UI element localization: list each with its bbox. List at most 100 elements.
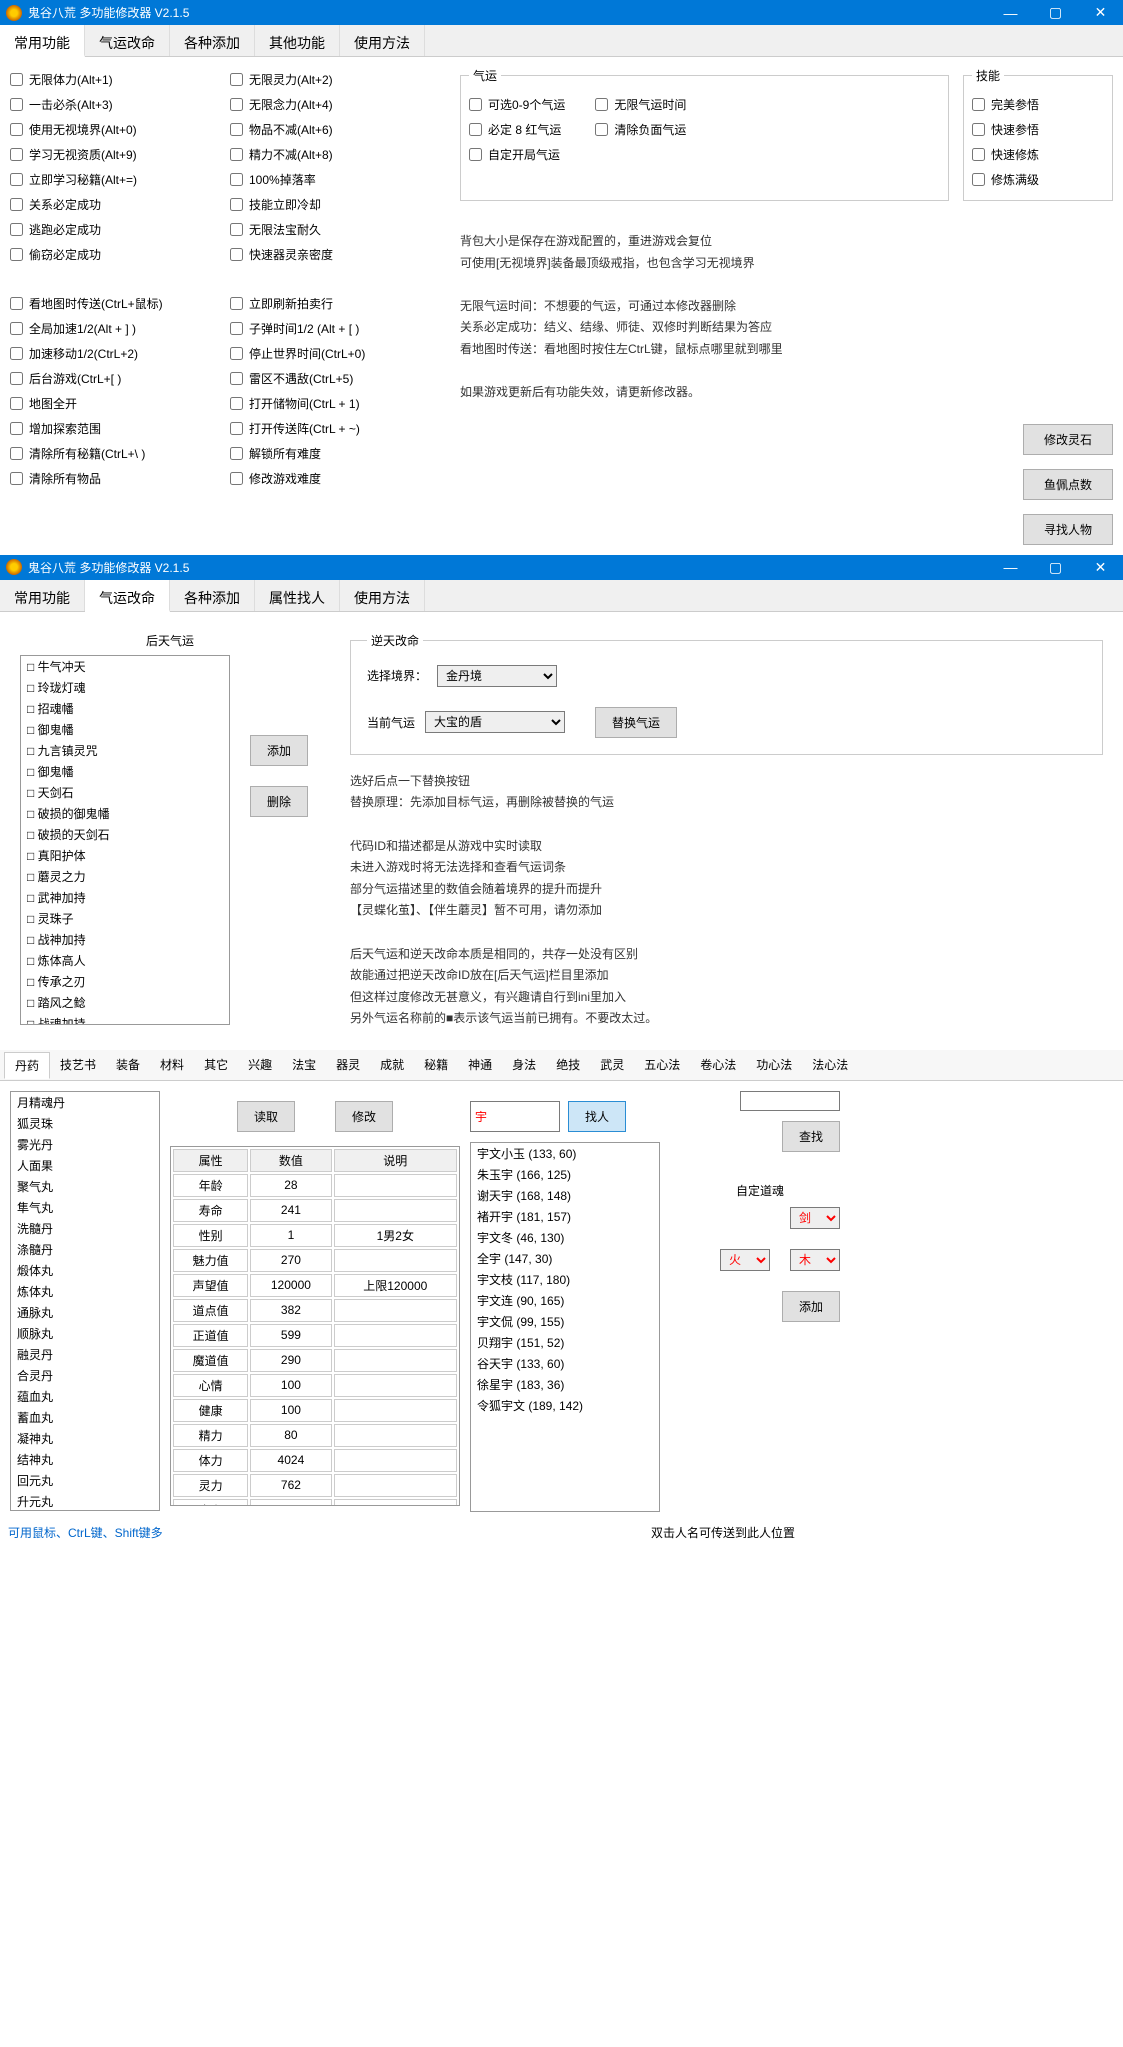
checkbox[interactable] — [230, 248, 243, 261]
tab-4[interactable]: 使用方法 — [340, 25, 425, 56]
checkbox-row[interactable]: 打开储物间(CtrL + 1) — [230, 391, 440, 416]
close-button[interactable]: ✕ — [1078, 0, 1123, 25]
maximize-button[interactable]: ▢ — [1033, 0, 1078, 25]
subtab-7[interactable]: 器灵 — [326, 1052, 370, 1078]
table-row[interactable]: 寿命241 — [173, 1199, 457, 1222]
checkbox[interactable] — [10, 447, 23, 460]
select-current-qiyun[interactable]: 大宝的盾 — [425, 711, 565, 733]
list-item[interactable]: 凝神丸 — [11, 1428, 159, 1449]
checkbox-row[interactable]: 技能立即冷却 — [230, 192, 440, 217]
checkbox[interactable] — [595, 123, 608, 136]
list-item[interactable]: 蓄血丸 — [11, 1407, 159, 1428]
table-row[interactable]: 魅力值270 — [173, 1249, 457, 1272]
danyao-listbox[interactable]: 月精魂丹狐灵珠雾光丹人面果聚气丸隼气丸洗髓丹涤髓丹煅体丸炼体丸通脉丸顺脉丸融灵丹… — [10, 1091, 160, 1511]
checkbox-row[interactable]: 无限念力(Alt+4) — [230, 92, 440, 117]
checkbox[interactable] — [10, 248, 23, 261]
checkbox-row[interactable]: 后台游戏(CtrL+[ ) — [10, 366, 210, 391]
checkbox[interactable] — [230, 397, 243, 410]
checkbox[interactable] — [972, 148, 985, 161]
list-item[interactable]: 徐星宇 (183, 36) — [471, 1374, 659, 1395]
list-item[interactable]: 合灵丹 — [11, 1365, 159, 1386]
checkbox-row[interactable]: 100%掉落率 — [230, 167, 440, 192]
checkbox[interactable] — [10, 223, 23, 236]
subtab-5[interactable]: 兴趣 — [238, 1052, 282, 1078]
list-item[interactable]: □ 武神加持 — [21, 887, 229, 908]
tab-1[interactable]: 气运改命 — [85, 25, 170, 56]
checkbox-row[interactable]: 清除负面气运 — [595, 117, 686, 142]
list-item[interactable]: □ 蘑灵之力 — [21, 866, 229, 887]
checkbox[interactable] — [230, 98, 243, 111]
table-row[interactable]: 声望值120000上限120000 — [173, 1274, 457, 1297]
checkbox[interactable] — [230, 347, 243, 360]
checkbox[interactable] — [469, 148, 482, 161]
checkbox-row[interactable]: 使用无视境界(Alt+0) — [10, 117, 210, 142]
list-item[interactable]: □ 天剑石 — [21, 782, 229, 803]
checkbox-row[interactable]: 快速器灵亲密度 — [230, 242, 440, 267]
list-item[interactable]: □ 招魂幡 — [21, 698, 229, 719]
checkbox-row[interactable]: 清除所有物品 — [10, 466, 210, 491]
list-item[interactable]: 通脉丸 — [11, 1302, 159, 1323]
checkbox-row[interactable]: 全局加速1/2(Alt + ] ) — [10, 316, 210, 341]
list-item[interactable]: 令狐宇文 (189, 142) — [471, 1395, 659, 1416]
list-item[interactable]: □ 战神加持 — [21, 929, 229, 950]
subtab-12[interactable]: 绝技 — [546, 1052, 590, 1078]
list-item[interactable]: □ 灵珠子 — [21, 908, 229, 929]
checkbox-row[interactable]: 加速移动1/2(CtrL+2) — [10, 341, 210, 366]
list-item[interactable]: □ 御鬼幡 — [21, 761, 229, 782]
checkbox[interactable] — [230, 297, 243, 310]
list-item[interactable]: 蕴血丸 — [11, 1386, 159, 1407]
checkbox[interactable] — [595, 98, 608, 111]
list-item[interactable]: 升元丸 — [11, 1491, 159, 1511]
checkbox[interactable] — [10, 372, 23, 385]
checkbox-row[interactable]: 子弹时间1/2 (Alt + [ ) — [230, 316, 440, 341]
checkbox[interactable] — [230, 123, 243, 136]
list-item[interactable]: 涤髓丹 — [11, 1239, 159, 1260]
people-listbox[interactable]: 宇文小玉 (133, 60)朱玉宇 (166, 125)谢天宇 (168, 14… — [470, 1142, 660, 1512]
zdh-select-1[interactable]: 剑 — [790, 1207, 840, 1229]
checkbox-row[interactable]: 逃跑必定成功 — [10, 217, 210, 242]
list-item[interactable]: 贝翔宇 (151, 52) — [471, 1332, 659, 1353]
tab-2[interactable]: 各种添加 — [170, 25, 255, 56]
checkbox-row[interactable]: 可选0-9个气运 — [469, 92, 565, 117]
action-button[interactable]: 寻找人物 — [1023, 514, 1113, 545]
list-item[interactable]: 宇文冬 (46, 130) — [471, 1227, 659, 1248]
right-search-input[interactable] — [740, 1091, 840, 1111]
list-item[interactable]: 朱玉宇 (166, 125) — [471, 1164, 659, 1185]
list-item[interactable]: □ 九言镇灵咒 — [21, 740, 229, 761]
subtab-6[interactable]: 法宝 — [282, 1052, 326, 1078]
list-item[interactable]: 回元丸 — [11, 1470, 159, 1491]
checkbox-row[interactable]: 雷区不遇敌(CtrL+5) — [230, 366, 440, 391]
table-row[interactable]: 灵力762 — [173, 1474, 457, 1497]
checkbox[interactable] — [10, 422, 23, 435]
checkbox[interactable] — [10, 397, 23, 410]
subtab-14[interactable]: 五心法 — [634, 1052, 690, 1078]
checkbox[interactable] — [10, 198, 23, 211]
zdh-select-3[interactable]: 木 — [790, 1249, 840, 1271]
checkbox-row[interactable]: 偷窃必定成功 — [10, 242, 210, 267]
list-item[interactable]: 洗髓丹 — [11, 1218, 159, 1239]
checkbox[interactable] — [230, 73, 243, 86]
checkbox[interactable] — [10, 98, 23, 111]
checkbox[interactable] — [10, 123, 23, 136]
list-item[interactable]: 谢天宇 (168, 148) — [471, 1185, 659, 1206]
list-item[interactable]: □ 真阳护体 — [21, 845, 229, 866]
checkbox[interactable] — [972, 98, 985, 111]
list-item[interactable]: 融灵丹 — [11, 1344, 159, 1365]
attribute-table[interactable]: 属性数值说明 年龄28寿命241性别11男2女魅力值270声望值120000上限… — [171, 1147, 459, 1506]
subtab-17[interactable]: 法心法 — [802, 1052, 858, 1078]
table-row[interactable]: 年龄28 — [173, 1174, 457, 1197]
list-item[interactable]: □ 破损的御鬼幡 — [21, 803, 229, 824]
checkbox-row[interactable]: 学习无视资质(Alt+9) — [10, 142, 210, 167]
checkbox[interactable] — [230, 447, 243, 460]
checkbox-row[interactable]: 无限气运时间 — [595, 92, 686, 117]
checkbox-row[interactable]: 打开传送阵(CtrL + ~) — [230, 416, 440, 441]
list-item[interactable]: □ 破损的天剑石 — [21, 824, 229, 845]
checkbox[interactable] — [972, 123, 985, 136]
table-row[interactable]: 魔道值290 — [173, 1349, 457, 1372]
table-row[interactable]: 体力4024 — [173, 1449, 457, 1472]
maximize-button[interactable]: ▢ — [1033, 555, 1078, 580]
read-button[interactable]: 读取 — [237, 1101, 295, 1132]
zdh-add-button[interactable]: 添加 — [782, 1291, 840, 1322]
checkbox-row[interactable]: 完美参悟 — [972, 92, 1104, 117]
list-item[interactable]: □ 战魂加持 — [21, 1013, 229, 1025]
